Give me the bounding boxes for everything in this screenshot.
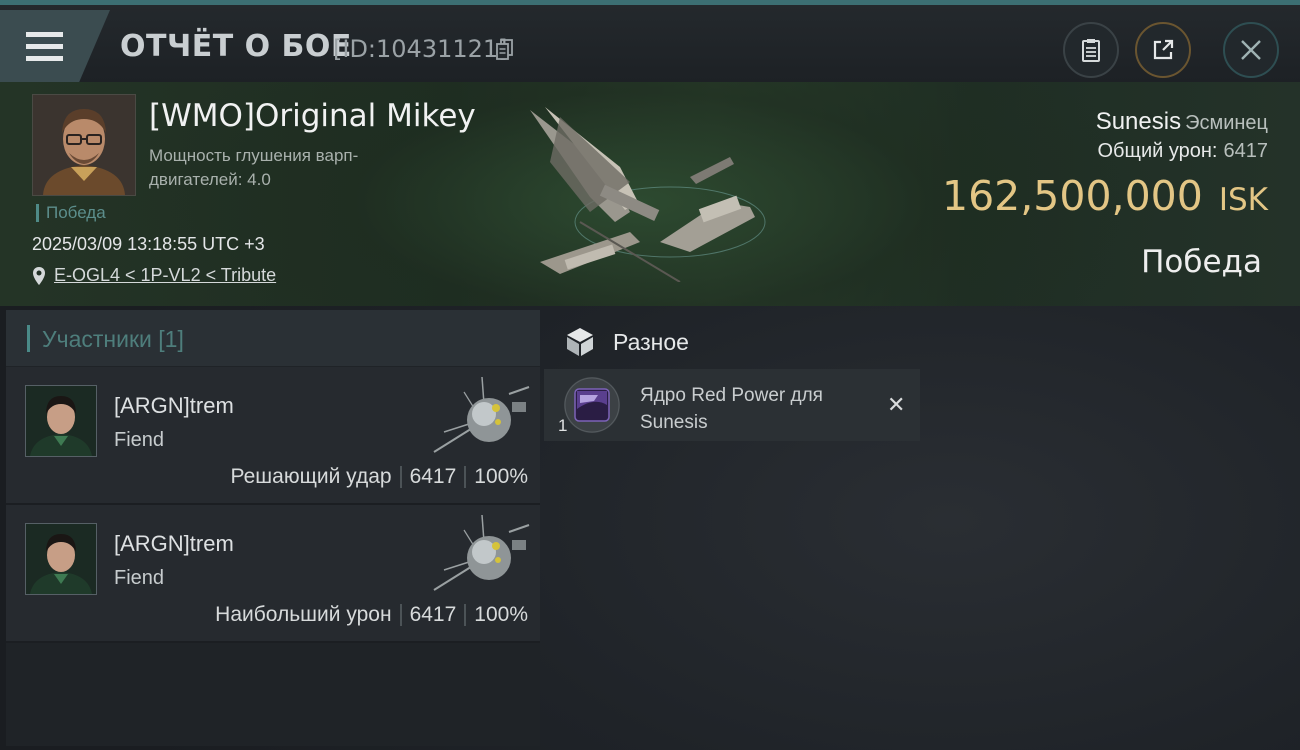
share-icon [1153,39,1174,60]
participant-name[interactable]: [ARGN]trem [114,393,234,419]
participant-damage: 6417 [409,603,457,626]
participants-header[interactable]: Участники [1] [6,310,540,366]
item-quantity: 1 [558,416,568,435]
menu-icon-bar [26,44,63,49]
victim-hero: [WMO]Original Mikey Мощность глушения ва… [0,82,1300,306]
location-text[interactable]: E-OGL4 < 1P-VL2 < Tribute [54,265,276,286]
total-damage-value: 6417 [1223,140,1269,162]
participant-damage: 6417 [409,465,457,488]
participant-role: Решающий удар [230,465,392,488]
fiend-ship-icon [433,514,530,591]
participants-title: Участники [1] [42,326,184,352]
menu-button[interactable] [0,10,110,82]
fiend-ship-icon [433,376,530,453]
result-label: Победа [1141,244,1262,280]
share-button[interactable] [1135,22,1191,78]
victory-tag: Победа [36,204,106,222]
report-id: [ID:10431121] [333,35,508,63]
total-damage-label: Общий урон: [1097,140,1218,162]
victim-portrait[interactable] [32,94,136,196]
ship-image [530,107,766,282]
warp-scramble-stat: Мощность глушения варп-двигателей: 4.0 [149,146,359,189]
isk-value-line: 162,500,000 ISK [942,172,1268,220]
participant-role: Наибольший урон [215,603,392,626]
close-button[interactable] [1223,22,1279,78]
participant-ship: Fiend [114,429,165,451]
participant-name[interactable]: [ARGN]trem [114,531,234,557]
misc-panel: Разное 1 Ядро Red Power для Sunesis ✕ [544,310,1294,746]
location-pin-icon [33,266,45,285]
avatar [33,95,135,195]
item-name: Ядро Red Power для Sunesis [640,385,823,433]
participant-stats: Решающий удар 6417 100% [231,465,528,489]
power-core-icon [564,377,620,433]
item-card[interactable]: 1 Ядро Red Power для Sunesis ✕ [544,369,920,441]
isk-unit: ISK [1218,182,1268,218]
timestamp: 2025/03/09 13:18:55 UTC +3 [32,234,265,254]
divider [399,466,402,488]
page-title: ОТЧЁТ О БОЕ [120,29,352,64]
header-accent [27,325,30,352]
isk-value: 162,500,000 [942,172,1203,220]
avatar[interactable] [25,523,97,595]
copy-icon[interactable] [496,39,514,61]
participant-stats: Наибольший урон 6417 100% [215,603,528,627]
menu-icon [26,32,63,37]
clipboard-button[interactable] [1063,22,1119,78]
ship-name[interactable]: Sunesis [1096,108,1181,135]
participant-row[interactable]: [ARGN]trem Fiend Решающий удар 6417 100% [6,367,540,505]
divider [399,604,402,626]
participant-ship: Fiend [114,567,165,589]
victim-name[interactable]: [WMO]Original Mikey [149,98,476,134]
participant-percent: 100% [474,603,528,626]
header-bar: ОТЧЁТ О БОЕ [ID:10431121] [0,5,1300,82]
total-damage-line: Общий урон: 6417 [1098,140,1269,163]
close-icon [1241,40,1261,60]
menu-icon-bar [26,56,63,61]
participant-percent: 100% [474,465,528,488]
divider [464,604,467,626]
participants-panel: Участники [1] [ARGN]trem Fiend Решающий … [6,310,540,746]
location-link[interactable]: E-OGL4 < 1P-VL2 < Tribute [32,265,276,286]
misc-title: Разное [613,329,689,355]
item-icon[interactable] [564,377,620,433]
avatar[interactable] [25,385,97,457]
destroyed-icon: ✕ [887,392,906,417]
ship-class: Эсминец [1185,112,1268,134]
participant-row[interactable]: [ARGN]trem Fiend Наибольший урон 6417 10… [6,505,540,643]
cargo-box-icon [567,328,593,356]
clipboard-icon [1082,39,1100,62]
divider [464,466,467,488]
ship-type-line: Sunesis Эсминец [1096,108,1268,136]
